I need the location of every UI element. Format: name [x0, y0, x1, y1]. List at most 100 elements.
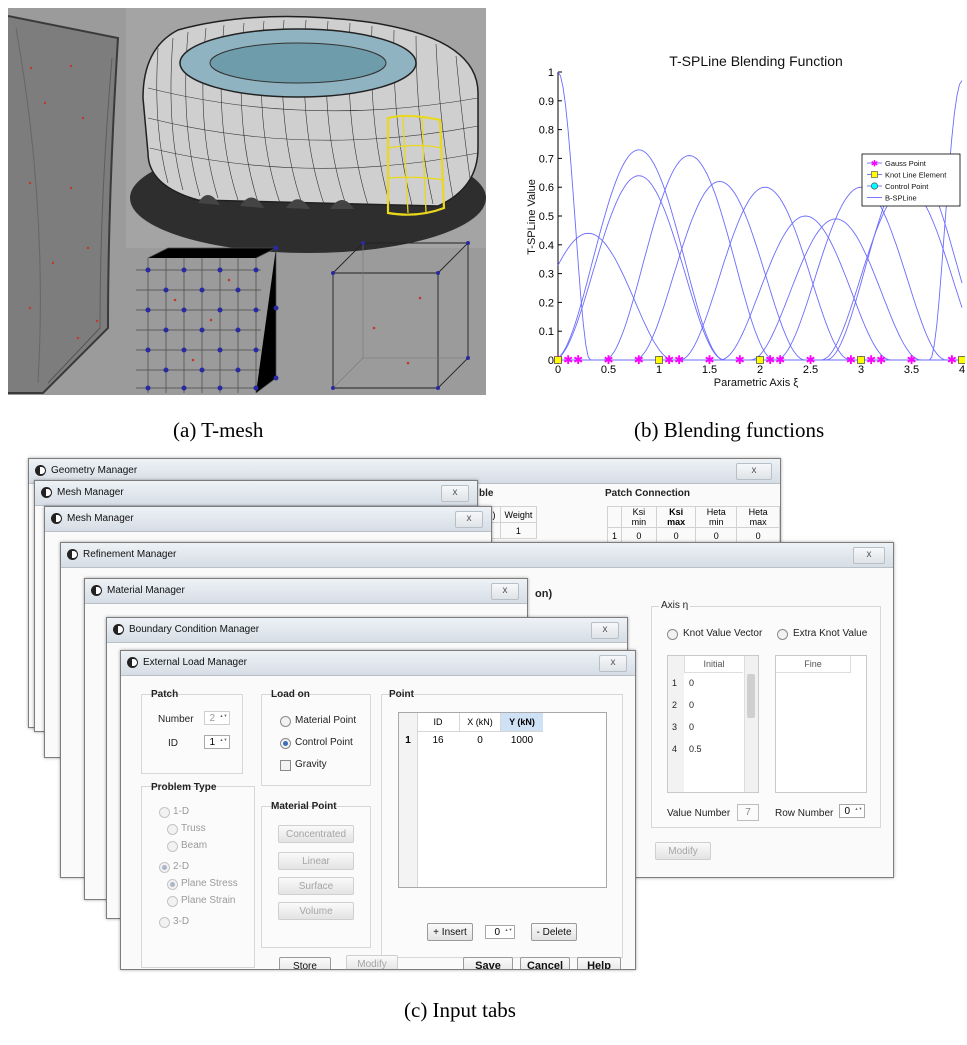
close-button[interactable]: x	[455, 511, 483, 528]
window-title: Material Manager	[107, 585, 185, 596]
external-load-manager-window: External Load Manager x Patch Number 2 I…	[120, 650, 636, 970]
refinement-modify-button[interactable]: Modify	[655, 842, 711, 860]
material-point-radio[interactable]	[280, 716, 291, 727]
close-button[interactable]: x	[736, 463, 772, 480]
cell-y[interactable]: 1000	[501, 731, 543, 751]
help-button[interactable]: Help	[577, 957, 621, 969]
mesh-manager-titlebar[interactable]: Mesh Manager	[35, 481, 477, 506]
col-x: X (kN)	[460, 713, 501, 732]
fine-knot-table[interactable]: Fine	[775, 655, 867, 793]
row-value: 0	[689, 700, 695, 710]
caption-c: (c) Input tabs	[404, 998, 516, 1022]
point-table[interactable]: ID X (kN) Y (kN) 1 16 0 1000	[398, 712, 607, 888]
app-icon	[35, 465, 46, 476]
x-tick-label: 3	[858, 364, 864, 376]
app-icon	[41, 487, 52, 498]
material-manager-titlebar[interactable]: Material Manager	[85, 579, 527, 604]
gauss-point: ✱	[906, 353, 916, 367]
cell-weight: 1	[499, 522, 538, 539]
refinement-manager-titlebar[interactable]: Refinement Manager	[61, 543, 893, 568]
insert-button[interactable]: + Insert	[427, 923, 473, 941]
row-number: 4	[672, 744, 678, 754]
1d-radio[interactable]	[159, 807, 170, 818]
knot-line-element-legend: Knot Line Element	[885, 171, 947, 180]
close-button[interactable]: x	[441, 485, 469, 502]
external-load-titlebar[interactable]: External Load Manager	[121, 651, 635, 676]
app-icon	[67, 549, 78, 560]
save-button[interactable]: Save	[463, 957, 513, 969]
vertical-scrollbar[interactable]	[744, 656, 758, 792]
row-number-label: Row Number	[775, 808, 834, 819]
y-tick-label: 0.5	[539, 211, 554, 223]
control-point-radio[interactable]	[280, 738, 291, 749]
volume-button[interactable]: Volume	[278, 902, 354, 920]
value-number-field[interactable]: 7	[737, 804, 759, 821]
y-tick-label: 0.4	[539, 240, 554, 252]
number-stepper[interactable]: 2	[204, 711, 230, 725]
plane-stress-radio[interactable]	[167, 879, 178, 890]
boundary-condition-titlebar[interactable]: Boundary Condition Manager	[107, 618, 627, 643]
legend-gauss-marker: ✱	[871, 159, 879, 169]
window-title: Refinement Manager	[83, 549, 177, 560]
patch-group	[141, 694, 243, 774]
linear-button[interactable]: Linear	[278, 852, 354, 870]
knot-value-vector-label: Knot Value Vector	[683, 628, 763, 639]
plane-strain-radio[interactable]	[167, 896, 178, 907]
2d-radio[interactable]	[159, 862, 170, 873]
gauss-point: ✱	[563, 353, 573, 367]
gauss-point: ✱	[634, 353, 644, 367]
surface-button[interactable]: Surface	[278, 877, 354, 895]
extra-knot-value-label: Extra Knot Value	[793, 628, 868, 639]
blending-curve	[557, 232, 962, 361]
gauss-point: ✱	[846, 353, 856, 367]
plane-stress-label: Plane Stress	[181, 878, 238, 889]
material-point-label: Material Point	[295, 715, 357, 726]
extra-knot-value-radio[interactable]	[777, 629, 788, 640]
close-button[interactable]: x	[599, 655, 627, 672]
blending-curve	[558, 180, 962, 361]
modify-button[interactable]: Modify	[346, 955, 398, 969]
delete-button[interactable]: - Delete	[531, 923, 577, 941]
cancel-button[interactable]: Cancel	[520, 957, 570, 969]
cell-id[interactable]: 16	[417, 731, 459, 751]
cell-x[interactable]: 0	[460, 731, 500, 751]
app-icon	[127, 657, 138, 668]
col-id: ID	[417, 713, 460, 732]
initial-knot-table[interactable]: Initial 1 0 2 0 3 0 4 0.5	[667, 655, 759, 793]
mesh-manager-titlebar[interactable]: Mesh Manager	[45, 507, 491, 532]
3d-radio[interactable]	[159, 917, 170, 928]
chart-title: T-SPLine Blending Function	[669, 53, 843, 69]
col-weight: Weight	[499, 506, 538, 523]
id-stepper[interactable]: 1	[204, 735, 230, 749]
beam-radio[interactable]	[167, 841, 178, 852]
col-heta-max: Heta max	[736, 506, 780, 528]
blending-curve	[558, 215, 962, 361]
patch-connection-title: Patch Connection	[605, 488, 691, 499]
patch-connection-table[interactable]: Ksi min Ksi max Heta min Heta max 10000	[606, 506, 780, 544]
2d-label: 2-D	[173, 861, 190, 872]
concentrated-button[interactable]: Concentrated	[278, 825, 354, 843]
insert-count-stepper[interactable]: 0	[485, 925, 515, 939]
axis-eta-title: Axis η	[659, 600, 691, 611]
scrollbar-thumb[interactable]	[747, 674, 755, 718]
chart-legend: ✱ Gauss Point Knot Line Element Control Poi…	[861, 153, 961, 207]
knot-value-vector-radio[interactable]	[667, 629, 678, 640]
window-title: Mesh Manager	[67, 513, 134, 524]
window-title: Mesh Manager	[57, 487, 124, 498]
initial-column-header: Initial	[684, 656, 743, 673]
close-button[interactable]: x	[491, 583, 519, 600]
close-button[interactable]: x	[591, 622, 619, 639]
close-button[interactable]: x	[853, 547, 885, 564]
x-axis-label: Parametric Axis ξ	[714, 377, 798, 389]
gauss-point: ✱	[775, 353, 785, 367]
gauss-point: ✱	[765, 353, 775, 367]
truss-radio[interactable]	[167, 824, 178, 835]
window-title: Boundary Condition Manager	[129, 624, 260, 635]
caption-b: (b) Blending functions	[634, 418, 825, 442]
store-button[interactable]: Store	[279, 957, 331, 969]
gravity-checkbox[interactable]	[280, 760, 291, 771]
row-value: 0.5	[689, 744, 702, 754]
row-number-stepper[interactable]: 0	[839, 804, 865, 818]
gravity-label: Gravity	[295, 759, 327, 770]
col-ksi-min: Ksi min	[621, 506, 657, 528]
